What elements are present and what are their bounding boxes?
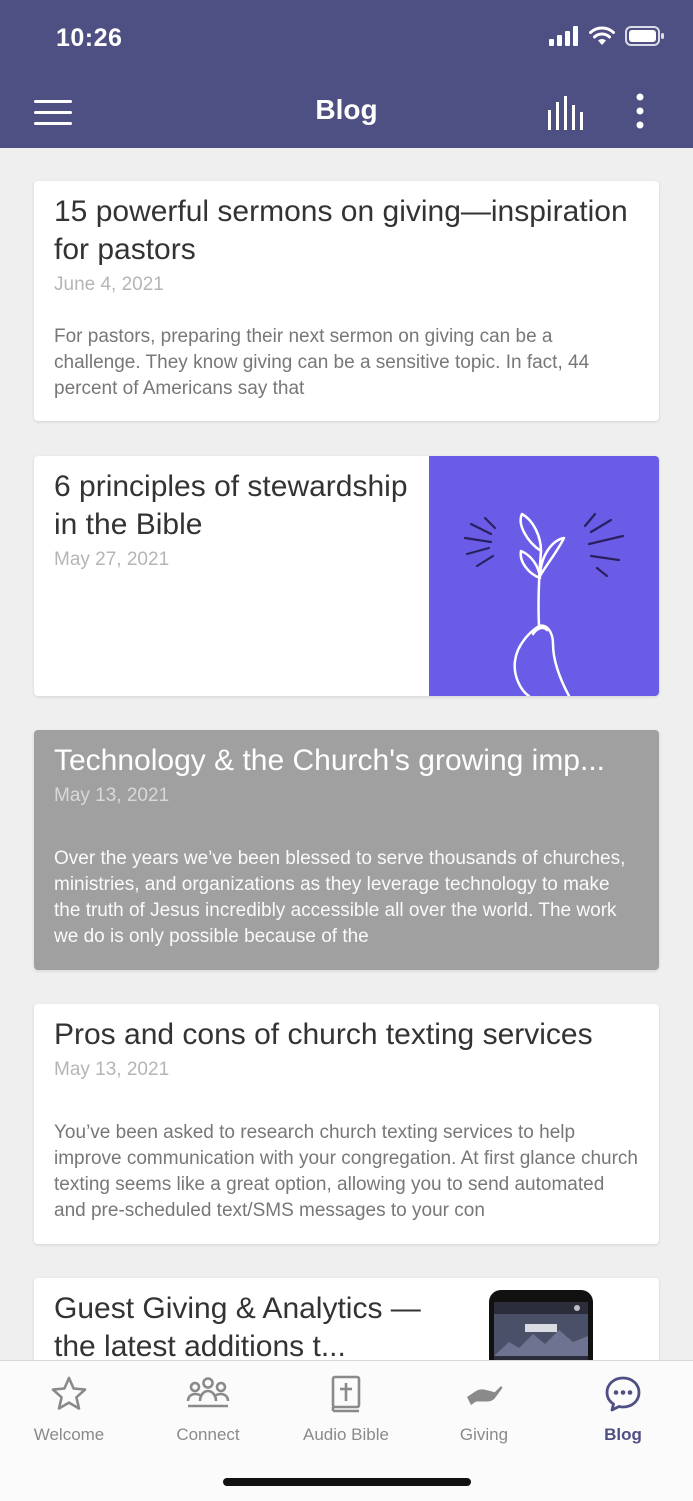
bible-cross-icon	[331, 1375, 361, 1413]
more-options-button[interactable]	[628, 92, 652, 132]
status-icons	[549, 26, 665, 46]
post-excerpt: Over the years we’ve been blessed to ser…	[54, 848, 626, 947]
post-date: June 4, 2021	[54, 274, 164, 295]
tab-welcome[interactable]: Welcome	[0, 1375, 138, 1445]
post-title: Technology & the Church's growing imp...	[54, 744, 606, 777]
home-indicator[interactable]	[223, 1478, 471, 1486]
post-title: Pros and cons of church texting services	[54, 1018, 593, 1051]
blog-post-card[interactable]: Pros and cons of church texting services…	[34, 1004, 659, 1244]
blog-post-card[interactable]: 6 principles of stewardship in the Bible…	[34, 456, 659, 696]
giving-hand-icon	[467, 1386, 503, 1405]
cellular-signal-icon	[549, 26, 578, 46]
tab-giving[interactable]: Giving	[415, 1375, 553, 1445]
tab-blog[interactable]: Blog	[554, 1375, 692, 1445]
bar-chart-icon	[548, 96, 583, 130]
star-icon	[51, 1376, 87, 1410]
blog-post-card[interactable]: Guest Giving & Analytics —the latest add…	[34, 1278, 659, 1360]
battery-icon	[625, 26, 664, 46]
tab-label: Welcome	[33, 1425, 105, 1444]
post-title: Guest Giving & Analytics —the latest add…	[54, 1292, 421, 1360]
blog-post-card[interactable]: 15 powerful sermons on giving—inspiratio…	[34, 181, 659, 421]
post-excerpt: For pastors, preparing their next sermon…	[54, 326, 590, 399]
post-date: May 13, 2021	[54, 785, 170, 806]
post-date: May 27, 2021	[54, 549, 170, 570]
tab-label: Blog	[604, 1425, 642, 1444]
status-time: 10:26	[56, 24, 123, 52]
page-title: Blog	[315, 94, 378, 125]
blog-feed[interactable]: 15 powerful sermons on giving—inspiratio…	[0, 148, 693, 1360]
wifi-icon	[589, 26, 615, 45]
tab-connect[interactable]: Connect	[139, 1375, 277, 1445]
post-excerpt: You’ve been asked to research church tex…	[54, 1122, 638, 1221]
people-group-icon	[186, 1377, 230, 1408]
more-vertical-icon	[636, 93, 644, 129]
post-title: 6 principles of stewardship in the Bible	[54, 470, 408, 541]
post-thumbnail	[429, 456, 659, 696]
tab-label: Giving	[459, 1425, 509, 1444]
tab-audio-bible[interactable]: Audio Bible	[277, 1375, 415, 1445]
phone-app-screenshot	[494, 1302, 588, 1360]
blog-post-card[interactable]: Technology & the Church's growing imp...…	[34, 730, 659, 970]
post-title: 15 powerful sermons on giving—inspiratio…	[54, 195, 628, 266]
stats-button[interactable]	[546, 96, 588, 130]
app-bar: Blog	[0, 78, 693, 148]
hand-holding-sprout-illustration	[463, 512, 625, 696]
post-date: May 13, 2021	[54, 1059, 170, 1080]
post-thumbnail	[489, 1290, 593, 1360]
tab-label: Audio Bible	[302, 1425, 389, 1444]
tab-label: Connect	[176, 1425, 240, 1444]
chat-bubble-icon	[605, 1376, 641, 1412]
status-bar: 10:26	[0, 0, 693, 78]
